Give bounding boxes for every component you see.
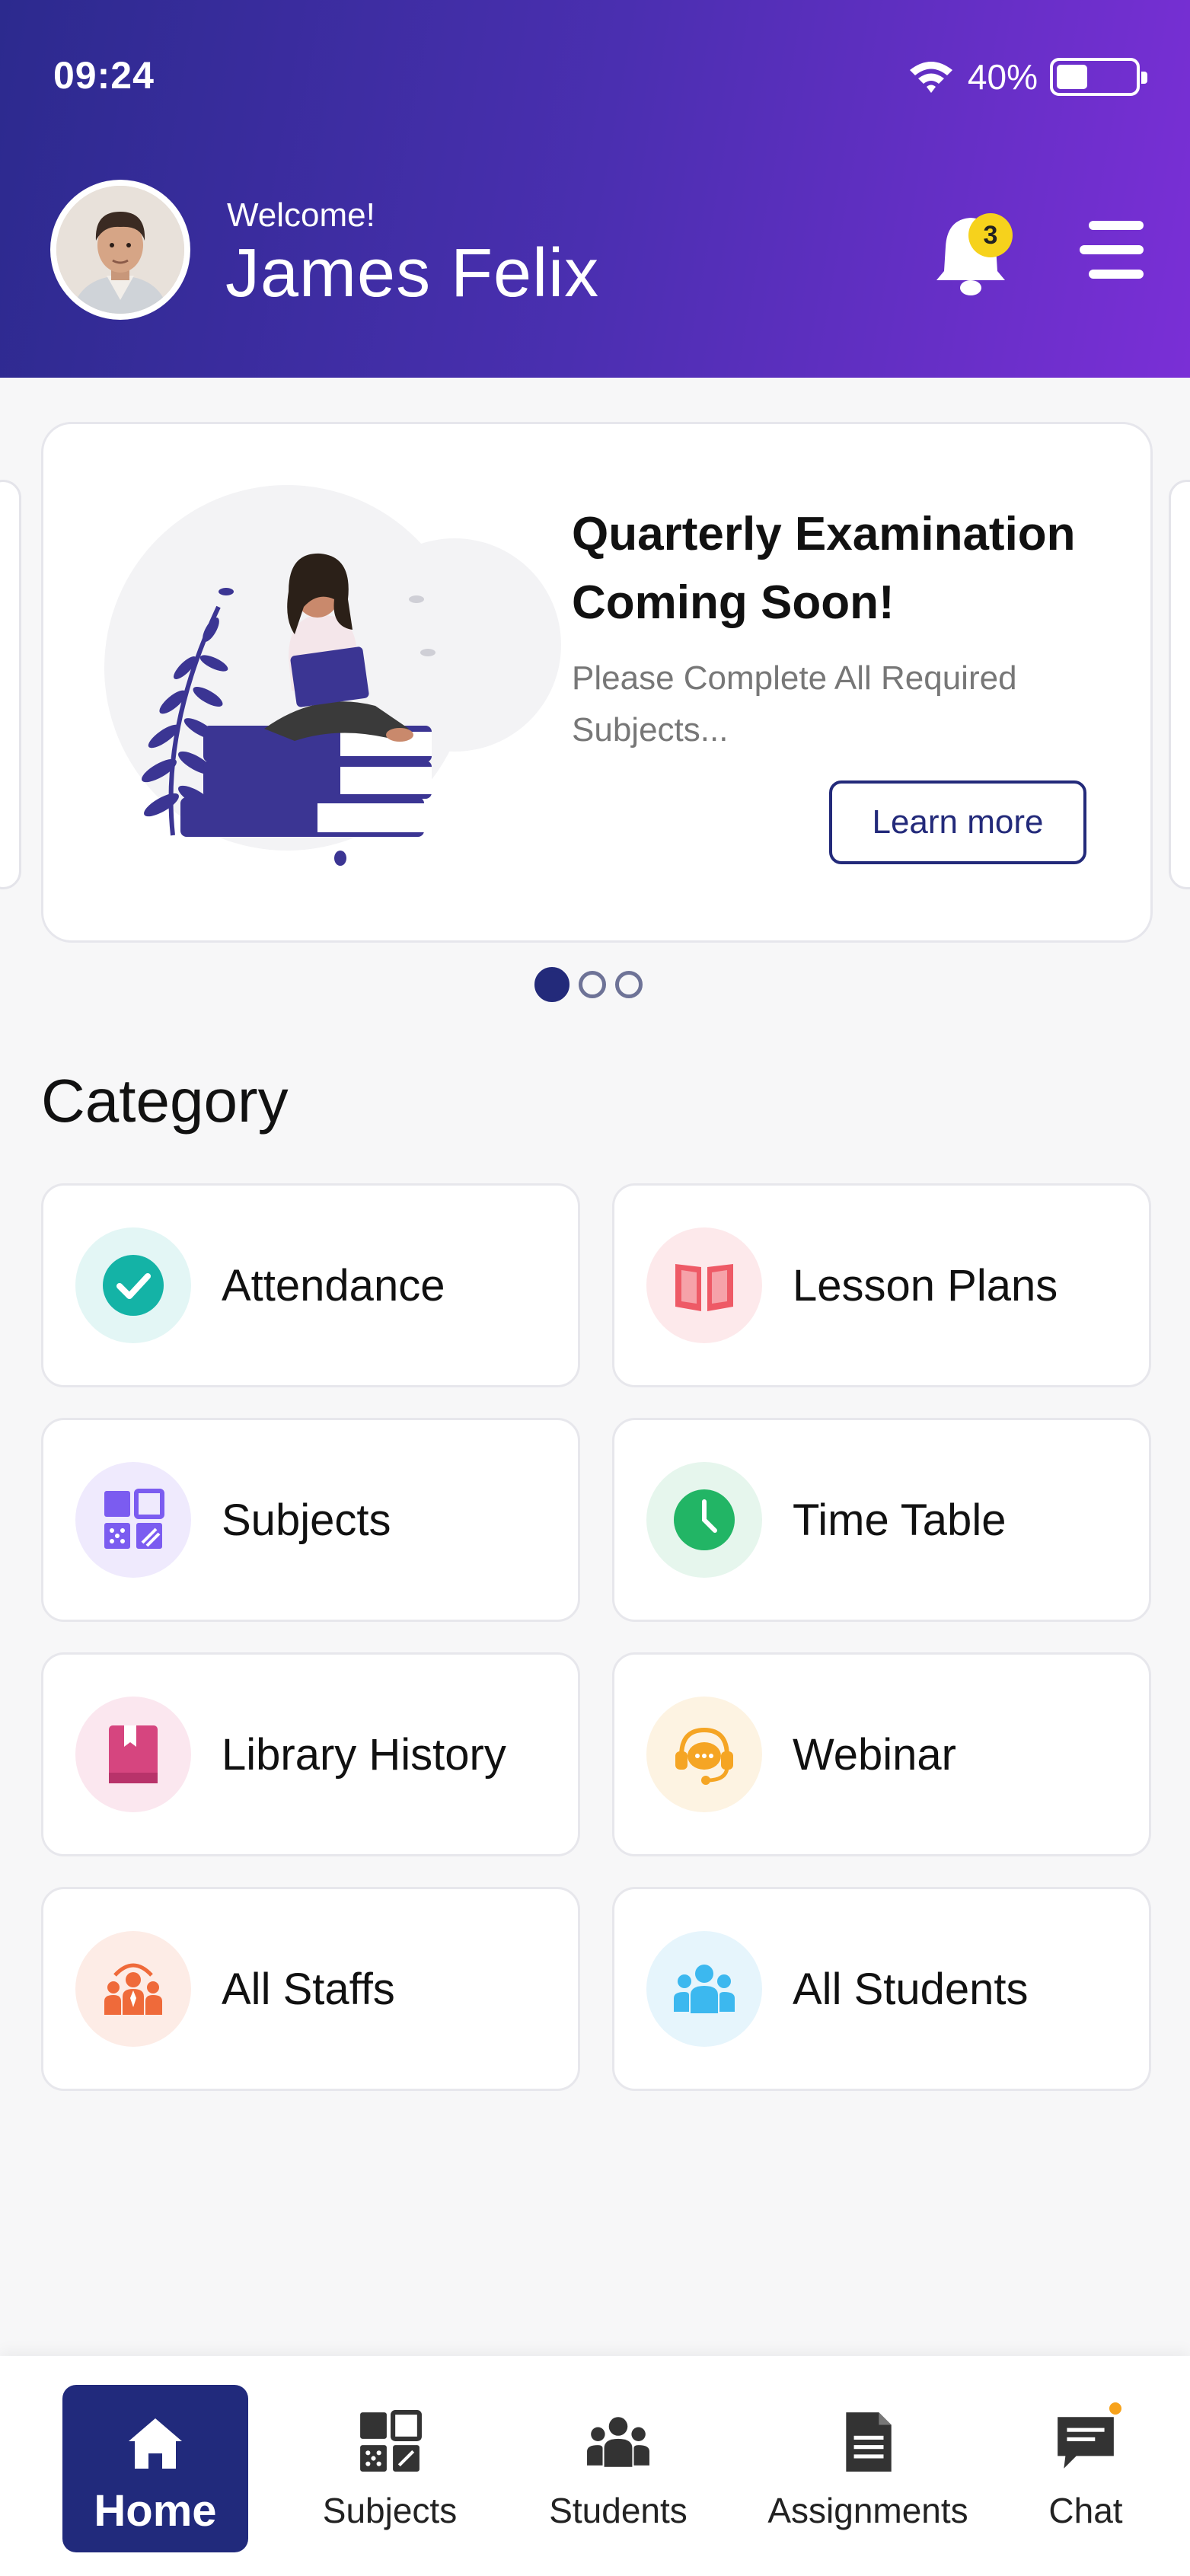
carousel-dot[interactable]	[579, 971, 606, 998]
battery-icon	[1050, 58, 1147, 96]
category-label: Lesson Plans	[793, 1260, 1058, 1310]
nav-label: Assignments	[767, 2491, 968, 2530]
clock-icon	[674, 1489, 735, 1550]
nav-label: Students	[549, 2491, 688, 2530]
category-library-history[interactable]: Library History	[41, 1652, 580, 1856]
category-label: Library History	[222, 1729, 506, 1780]
nav-label: Chat	[1048, 2491, 1123, 2530]
category-subjects[interactable]: Subjects	[41, 1418, 580, 1622]
nav-assignments[interactable]: Assignments	[754, 2356, 982, 2576]
reading-girl-illustration	[104, 485, 561, 866]
category-webinar[interactable]: Webinar	[612, 1652, 1151, 1856]
notification-badge: 3	[968, 213, 1013, 257]
bottom-navigation: Home Subjects Students Assignments Chat	[0, 2356, 1190, 2576]
headset-chat-icon	[675, 1727, 733, 1785]
status-time: 09:24	[53, 54, 155, 97]
category-label: Webinar	[793, 1729, 956, 1780]
chat-unread-badge	[1107, 2400, 1124, 2417]
category-label: Subjects	[222, 1495, 391, 1545]
nav-label: Subjects	[322, 2491, 458, 2530]
banner-subtitle: Please Complete All Required Subjects...	[572, 659, 1017, 749]
app-header: 09:24 40% Welcome! James Felix 3	[0, 0, 1190, 378]
nav-subjects[interactable]: Subjects	[298, 2356, 481, 2576]
home-icon	[129, 2418, 182, 2469]
category-label: All Staffs	[222, 1964, 395, 2014]
students-group-icon	[587, 2417, 649, 2467]
nav-home[interactable]: Home	[62, 2385, 248, 2552]
status-icons: 40%	[907, 56, 1147, 97]
check-circle-icon	[103, 1255, 164, 1316]
category-all-students[interactable]: All Students	[612, 1887, 1151, 2091]
hamburger-menu-icon[interactable]	[1080, 221, 1144, 282]
carousel-prev-card[interactable]	[0, 480, 21, 889]
user-name: James Felix	[225, 235, 600, 311]
nav-label: Home	[94, 2486, 217, 2536]
category-time-table[interactable]: Time Table	[612, 1418, 1151, 1622]
open-book-icon	[675, 1264, 733, 1311]
carousel-dot[interactable]	[534, 967, 569, 1002]
welcome-text: Welcome!	[227, 196, 375, 234]
category-label: Attendance	[222, 1260, 445, 1310]
category-all-staffs[interactable]: All Staffs	[41, 1887, 580, 2091]
announcement-banner[interactable]: Quarterly Examination Coming Soon! Pleas…	[41, 422, 1153, 943]
nav-students[interactable]: Students	[527, 2356, 710, 2576]
book-icon	[109, 1725, 158, 1783]
carousel-dot[interactable]	[615, 971, 643, 998]
category-title: Category	[41, 1067, 289, 1135]
subjects-grid-icon	[360, 2410, 422, 2472]
learn-more-button[interactable]: Learn more	[829, 780, 1086, 864]
category-lesson-plans[interactable]: Lesson Plans	[612, 1183, 1151, 1387]
wifi-icon	[909, 62, 952, 93]
battery-percent: 40%	[967, 57, 1038, 97]
chat-icon	[1058, 2417, 1114, 2469]
avatar-photo	[56, 186, 184, 314]
students-group-icon	[674, 1965, 735, 2013]
avatar[interactable]	[50, 180, 190, 320]
subjects-grid-icon	[104, 1489, 164, 1549]
nav-chat[interactable]: Chat	[1017, 2356, 1154, 2576]
battery-level	[1057, 65, 1087, 89]
staff-group-icon	[104, 1963, 162, 2015]
banner-title: Quarterly Examination Coming Soon!	[572, 508, 1076, 629]
category-attendance[interactable]: Attendance	[41, 1183, 580, 1387]
document-icon	[846, 2412, 892, 2472]
carousel-next-card[interactable]	[1169, 480, 1190, 889]
category-label: All Students	[793, 1964, 1029, 2014]
carousel-pagination	[534, 967, 643, 1002]
category-label: Time Table	[793, 1495, 1007, 1545]
